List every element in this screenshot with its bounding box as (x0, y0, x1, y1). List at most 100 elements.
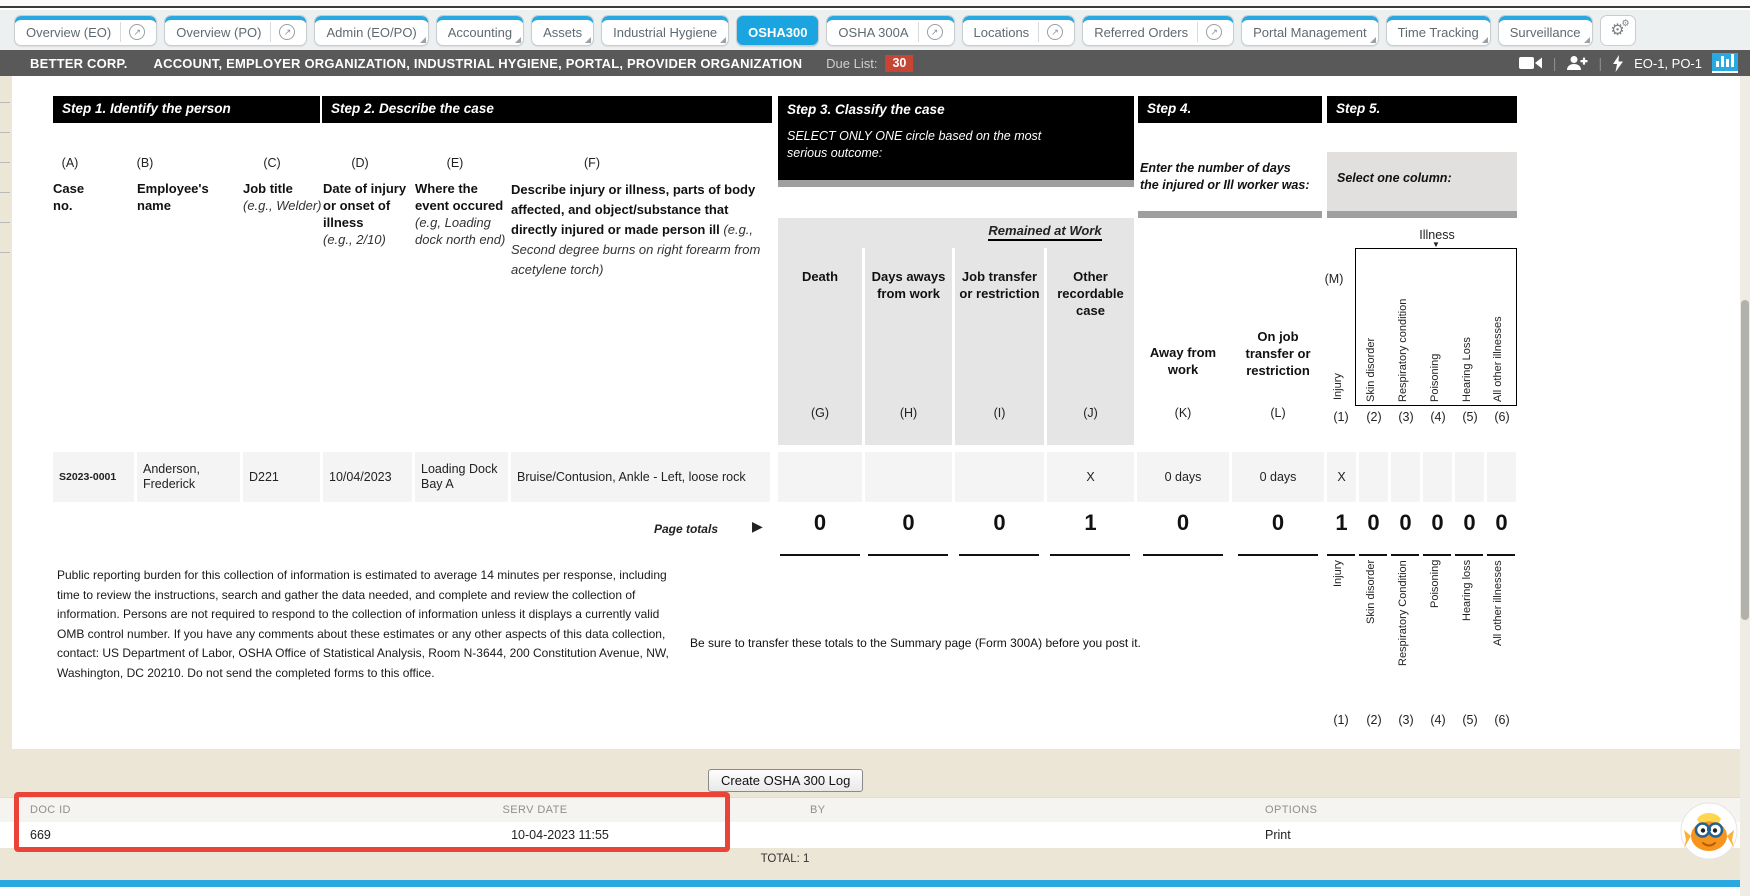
page-totals-label: Page totals (572, 522, 718, 536)
row-employee-name[interactable]: Anderson, Frederick (137, 452, 240, 502)
col-letter-b: (B) (120, 156, 170, 170)
col-title-describe: Describe injury or illness, parts of bod… (511, 180, 773, 280)
total-all-other: 0 (1487, 510, 1516, 536)
lightning-bolt-icon[interactable] (1612, 55, 1624, 72)
tab-label: Referred Orders (1094, 25, 1188, 40)
org-shortcuts-text[interactable]: EO-1, PO-1 (1634, 56, 1702, 71)
tab-surveillance[interactable]: Surveillance (1498, 15, 1593, 46)
col-letter-g: (G) (778, 406, 862, 420)
row-days-away-count[interactable]: 0 days (1137, 452, 1229, 502)
open-external-icon[interactable]: ↗ (270, 22, 295, 42)
tab-admin-eo-po[interactable]: Admin (EO/PO) (314, 15, 428, 46)
tab-accounting[interactable]: Accounting (436, 15, 524, 46)
vertical-scrollbar-track[interactable] (1740, 76, 1750, 896)
col-letter-l: (L) (1232, 406, 1324, 420)
transfer-totals-note: Be sure to transfer these totals to the … (690, 636, 1250, 650)
footer-number-6: (6) (1488, 713, 1516, 727)
tab-osha300-active[interactable]: OSHA300 (736, 15, 819, 46)
col-letter-e: (E) (430, 156, 480, 170)
row-hearing-cell[interactable] (1455, 452, 1484, 502)
tab-time-tracking[interactable]: Time Tracking (1386, 15, 1491, 46)
dropdown-fold-icon (1584, 37, 1590, 43)
row-transfer-days-count[interactable]: 0 days (1232, 452, 1324, 502)
row-skin-cell[interactable] (1359, 452, 1388, 502)
col-letter-i: (I) (955, 406, 1044, 420)
total-g: 0 (778, 510, 862, 536)
due-list-count-badge[interactable]: 30 (885, 55, 913, 72)
step5-header: Step 5. (1327, 96, 1517, 123)
col-title-job: Job title (e.g., Welder) (243, 180, 323, 214)
col-letter-h: (H) (865, 406, 952, 420)
step4-underbar (1138, 211, 1322, 218)
tab-overview-eo[interactable]: Overview (EO) ↗ (14, 15, 157, 46)
col-title-skin-disorder-vertical: Skin disorder (1365, 254, 1377, 402)
open-external-icon[interactable]: ↗ (120, 22, 145, 42)
print-option[interactable]: Print (1265, 828, 1291, 842)
total-count-label: TOTAL: 1 (700, 853, 870, 865)
tab-portal-management[interactable]: Portal Management (1241, 15, 1378, 46)
row-case-no[interactable]: S2023-0001 (53, 452, 134, 502)
row-job-title[interactable]: D221 (243, 452, 320, 502)
col-title-case-no: Case no. (53, 180, 101, 214)
add-user-icon[interactable] (1566, 55, 1588, 71)
open-external-icon[interactable]: ↗ (1197, 22, 1222, 42)
row-injury-date[interactable]: 10/04/2023 (323, 452, 412, 502)
row-job-transfer-cell[interactable] (955, 452, 1044, 502)
vertical-scrollbar-thumb[interactable] (1741, 300, 1749, 620)
step3-header: Step 3. Classify the case SELECT ONLY ON… (778, 96, 1134, 180)
total-respiratory: 0 (1391, 510, 1420, 536)
tab-osha300a[interactable]: OSHA 300A ↗ (826, 15, 954, 46)
video-camera-icon[interactable] (1519, 56, 1543, 70)
row-poisoning-cell[interactable] (1423, 452, 1452, 502)
dropdown-fold-icon (1370, 37, 1376, 43)
col-number-4: (4) (1424, 410, 1452, 424)
tab-locations[interactable]: Locations ↗ (962, 15, 1076, 46)
row-injury-description[interactable]: Bruise/Contusion, Ankle - Left, loose ro… (511, 452, 770, 502)
col-title-where: Where the event occured (e.g, Loading do… (415, 180, 513, 248)
row-days-away-cell[interactable] (865, 452, 952, 502)
assistant-mascot-avatar[interactable] (1680, 802, 1738, 860)
tab-assets[interactable]: Assets (531, 15, 594, 46)
total-skin: 0 (1359, 510, 1388, 536)
row-death-cell[interactable] (778, 452, 862, 502)
footer-number-1: (1) (1327, 713, 1355, 727)
row-respiratory-cell[interactable] (1391, 452, 1420, 502)
total-underline (1455, 554, 1483, 556)
total-hearing: 0 (1455, 510, 1484, 536)
step4-header: Step 4. (1138, 96, 1322, 123)
tab-label: OSHA 300A (838, 25, 908, 40)
total-poisoning: 0 (1423, 510, 1452, 536)
col-title-away-from-work: Away from work (1137, 344, 1229, 378)
step3-underbar (778, 180, 1134, 187)
col-title-hearing-loss-vertical: Hearing Loss (1461, 254, 1473, 402)
separator: | (1598, 55, 1602, 71)
total-underline (1143, 554, 1223, 556)
total-h: 0 (865, 510, 952, 536)
tab-industrial-hygiene[interactable]: Industrial Hygiene (601, 15, 729, 46)
left-grid-line (0, 132, 10, 133)
col-letter-c: (C) (247, 156, 297, 170)
account-status-bar: BETTER CORP. ACCOUNT, EMPLOYER ORGANIZAT… (0, 50, 1750, 76)
settings-gears-button[interactable]: ⚙ ⚙ (1600, 15, 1636, 46)
row-all-other-cell[interactable] (1487, 452, 1516, 502)
footer-label-skin: Skin disorder (1365, 560, 1377, 710)
tab-label: OSHA300 (748, 25, 807, 40)
row-other-recordable-cell[interactable]: X (1047, 452, 1134, 502)
create-osha300-log-button[interactable]: Create OSHA 300 Log (708, 769, 863, 792)
row-injury-cell[interactable]: X (1327, 452, 1356, 502)
tab-referred-orders[interactable]: Referred Orders ↗ (1082, 15, 1234, 46)
row-event-location[interactable]: Loading Dock Bay A (415, 452, 508, 502)
tab-label: Locations (974, 25, 1030, 40)
col-title-job-transfer: Job transfer or restriction (955, 268, 1044, 302)
step5-underbar (1327, 211, 1517, 218)
remained-at-work-header: Remained at Work (956, 223, 1134, 238)
col-number-5: (5) (1456, 410, 1484, 424)
dropdown-fold-icon (420, 37, 426, 43)
tab-overview-po[interactable]: Overview (PO) ↗ (164, 15, 307, 46)
results-data-row[interactable]: 669 10-04-2023 11:55 Print (0, 822, 1750, 848)
open-external-icon[interactable]: ↗ (918, 22, 943, 42)
open-external-icon[interactable]: ↗ (1038, 22, 1063, 42)
total-underline (1359, 554, 1387, 556)
bar-chart-icon[interactable] (1712, 53, 1738, 73)
header-options: OPTIONS (1265, 804, 1317, 816)
